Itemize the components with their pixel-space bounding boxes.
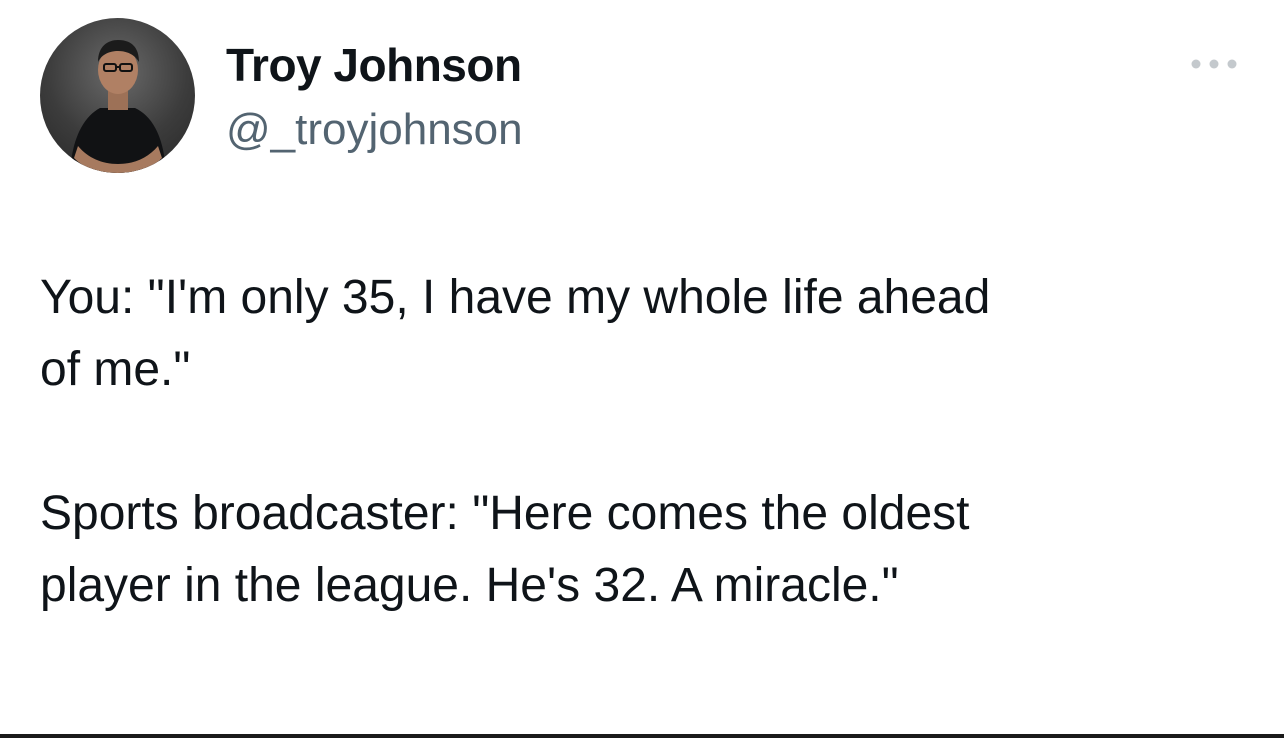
more-dots-icon xyxy=(1191,59,1237,69)
tweet-line: player in the league. He's 32. A miracle… xyxy=(40,559,899,612)
avatar-photo-icon xyxy=(70,40,166,173)
tweet-card: Troy Johnson @_troyjohnson You: "I'm onl… xyxy=(0,0,1284,738)
bottom-divider xyxy=(0,734,1284,738)
author-handle[interactable]: @_troyjohnson xyxy=(226,104,523,156)
tweet-paragraph: Sports broadcaster: "Here comes the olde… xyxy=(40,478,1250,622)
author-avatar[interactable] xyxy=(40,18,195,173)
tweet-paragraph: You: "I'm only 35, I have my whole life … xyxy=(40,262,1250,406)
tweet-line: You: "I'm only 35, I have my whole life … xyxy=(40,271,991,324)
tweet-text: You: "I'm only 35, I have my whole life … xyxy=(40,262,1250,622)
tweet-line: Sports broadcaster: "Here comes the olde… xyxy=(40,487,970,540)
more-options-button[interactable] xyxy=(1184,50,1244,78)
author-name[interactable]: Troy Johnson xyxy=(226,38,522,92)
tweet-line: of me." xyxy=(40,343,191,396)
